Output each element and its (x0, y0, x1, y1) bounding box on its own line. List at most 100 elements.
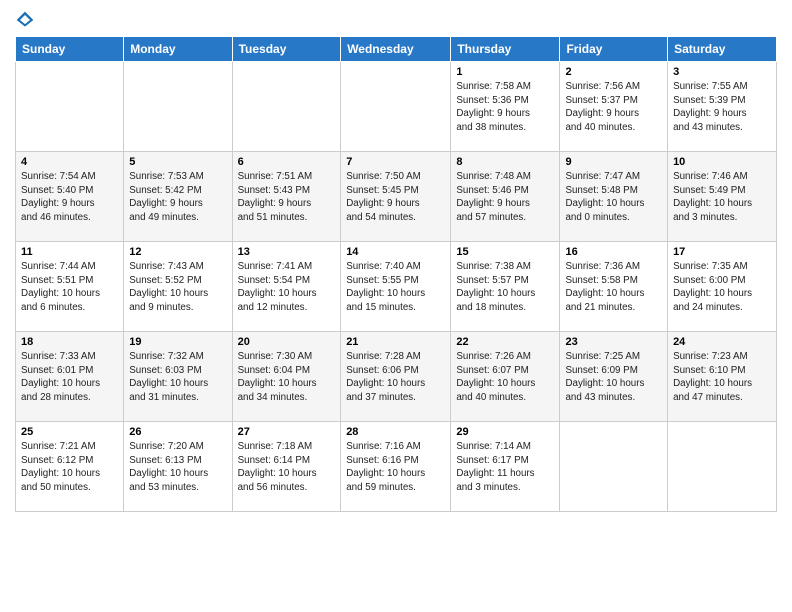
day-cell (560, 422, 668, 512)
logo-icon (15, 10, 35, 30)
day-cell: 25Sunrise: 7:21 AM Sunset: 6:12 PM Dayli… (16, 422, 124, 512)
day-number: 21 (346, 336, 445, 348)
day-number: 11 (21, 246, 118, 258)
day-number: 20 (238, 336, 336, 348)
day-number: 28 (346, 426, 445, 438)
day-info: Sunrise: 7:55 AM Sunset: 5:39 PM Dayligh… (673, 80, 771, 135)
day-cell (16, 62, 124, 152)
day-info: Sunrise: 7:44 AM Sunset: 5:51 PM Dayligh… (21, 260, 118, 315)
day-cell: 28 Sunrise: 7:16 AM Sunset: 6:16 PM Dayli… (341, 422, 451, 512)
day-info: Sunrise: 7:47 AM Sunset: 5:48 PM Dayligh… (565, 170, 662, 225)
day-number: 18 (21, 336, 118, 348)
week-row-4: 25Sunrise: 7:21 AM Sunset: 6:12 PM Dayli… (16, 422, 777, 512)
logo (15, 10, 39, 30)
day-cell: 27 Sunrise: 7:18 AM Sunset: 6:14 PM Dayli… (232, 422, 341, 512)
page: SundayMondayTuesdayWednesdayThursdayFrid… (0, 0, 792, 612)
day-cell: 15 Sunrise: 7:38 AM Sunset: 5:57 PM Dayli… (451, 242, 560, 332)
day-info: Sunrise: 7:28 AM Sunset: 6:06 PM Dayligh… (346, 350, 445, 405)
day-info: Sunrise: 7:25 AM Sunset: 6:09 PM Dayligh… (565, 350, 662, 405)
day-number: 22 (456, 336, 554, 348)
day-info: Sunrise: 7:26 AM Sunset: 6:07 PM Dayligh… (456, 350, 554, 405)
calendar-table: SundayMondayTuesdayWednesdayThursdayFrid… (15, 36, 777, 512)
day-info: Sunrise: 7:20 AM Sunset: 6:13 PM Dayligh… (129, 440, 226, 495)
day-number: 19 (129, 336, 226, 348)
day-cell: 4 Sunrise: 7:54 AM Sunset: 5:40 PM Daylig… (16, 152, 124, 242)
day-number: 17 (673, 246, 771, 258)
day-info: Sunrise: 7:51 AM Sunset: 5:43 PM Dayligh… (238, 170, 336, 225)
day-info: Sunrise: 7:54 AM Sunset: 5:40 PM Dayligh… (21, 170, 118, 225)
day-cell: 2 Sunrise: 7:56 AM Sunset: 5:37 PM Daylig… (560, 62, 668, 152)
day-cell (232, 62, 341, 152)
day-cell: 21 Sunrise: 7:28 AM Sunset: 6:06 PM Dayli… (341, 332, 451, 422)
day-info: Sunrise: 7:36 AM Sunset: 5:58 PM Dayligh… (565, 260, 662, 315)
col-header-friday: Friday (560, 37, 668, 62)
header (15, 10, 777, 30)
day-number: 27 (238, 426, 336, 438)
day-info: Sunrise: 7:40 AM Sunset: 5:55 PM Dayligh… (346, 260, 445, 315)
day-info: Sunrise: 7:38 AM Sunset: 5:57 PM Dayligh… (456, 260, 554, 315)
day-info: Sunrise: 7:32 AM Sunset: 6:03 PM Dayligh… (129, 350, 226, 405)
day-cell: 10 Sunrise: 7:46 AM Sunset: 5:49 PM Dayli… (668, 152, 777, 242)
day-cell: 24Sunrise: 7:23 AM Sunset: 6:10 PM Dayli… (668, 332, 777, 422)
day-cell: 11 Sunrise: 7:44 AM Sunset: 5:51 PM Dayli… (16, 242, 124, 332)
day-cell: 1Sunrise: 7:58 AM Sunset: 5:36 PM Daylig… (451, 62, 560, 152)
day-cell: 16 Sunrise: 7:36 AM Sunset: 5:58 PM Dayli… (560, 242, 668, 332)
day-info: Sunrise: 7:48 AM Sunset: 5:46 PM Dayligh… (456, 170, 554, 225)
day-number: 8 (456, 156, 554, 168)
day-number: 3 (673, 66, 771, 78)
header-row: SundayMondayTuesdayWednesdayThursdayFrid… (16, 37, 777, 62)
day-cell (124, 62, 232, 152)
day-cell: 29 Sunrise: 7:14 AM Sunset: 6:17 PM Dayli… (451, 422, 560, 512)
day-cell: 7Sunrise: 7:50 AM Sunset: 5:45 PM Daylig… (341, 152, 451, 242)
day-cell: 19 Sunrise: 7:32 AM Sunset: 6:03 PM Dayli… (124, 332, 232, 422)
col-header-tuesday: Tuesday (232, 37, 341, 62)
day-number: 9 (565, 156, 662, 168)
col-header-wednesday: Wednesday (341, 37, 451, 62)
day-cell: 5Sunrise: 7:53 AM Sunset: 5:42 PM Daylig… (124, 152, 232, 242)
day-cell: 6 Sunrise: 7:51 AM Sunset: 5:43 PM Daylig… (232, 152, 341, 242)
day-info: Sunrise: 7:18 AM Sunset: 6:14 PM Dayligh… (238, 440, 336, 495)
day-cell: 26Sunrise: 7:20 AM Sunset: 6:13 PM Dayli… (124, 422, 232, 512)
day-number: 4 (21, 156, 118, 168)
day-info: Sunrise: 7:16 AM Sunset: 6:16 PM Dayligh… (346, 440, 445, 495)
day-number: 15 (456, 246, 554, 258)
day-cell: 20 Sunrise: 7:30 AM Sunset: 6:04 PM Dayli… (232, 332, 341, 422)
day-number: 16 (565, 246, 662, 258)
day-cell (668, 422, 777, 512)
day-number: 7 (346, 156, 445, 168)
col-header-thursday: Thursday (451, 37, 560, 62)
week-row-2: 11 Sunrise: 7:44 AM Sunset: 5:51 PM Dayli… (16, 242, 777, 332)
day-info: Sunrise: 7:30 AM Sunset: 6:04 PM Dayligh… (238, 350, 336, 405)
day-cell: 22 Sunrise: 7:26 AM Sunset: 6:07 PM Dayli… (451, 332, 560, 422)
day-cell (341, 62, 451, 152)
day-cell: 23 Sunrise: 7:25 AM Sunset: 6:09 PM Dayli… (560, 332, 668, 422)
day-number: 13 (238, 246, 336, 258)
day-info: Sunrise: 7:56 AM Sunset: 5:37 PM Dayligh… (565, 80, 662, 135)
week-row-1: 4 Sunrise: 7:54 AM Sunset: 5:40 PM Daylig… (16, 152, 777, 242)
day-number: 29 (456, 426, 554, 438)
day-cell: 8 Sunrise: 7:48 AM Sunset: 5:46 PM Daylig… (451, 152, 560, 242)
col-header-monday: Monday (124, 37, 232, 62)
day-cell: 18 Sunrise: 7:33 AM Sunset: 6:01 PM Dayli… (16, 332, 124, 422)
day-number: 23 (565, 336, 662, 348)
day-cell: 12 Sunrise: 7:43 AM Sunset: 5:52 PM Dayli… (124, 242, 232, 332)
day-info: Sunrise: 7:46 AM Sunset: 5:49 PM Dayligh… (673, 170, 771, 225)
day-number: 5 (129, 156, 226, 168)
col-header-saturday: Saturday (668, 37, 777, 62)
day-number: 2 (565, 66, 662, 78)
day-cell: 14 Sunrise: 7:40 AM Sunset: 5:55 PM Dayli… (341, 242, 451, 332)
day-cell: 13 Sunrise: 7:41 AM Sunset: 5:54 PM Dayli… (232, 242, 341, 332)
day-info: Sunrise: 7:14 AM Sunset: 6:17 PM Dayligh… (456, 440, 554, 495)
day-number: 12 (129, 246, 226, 258)
day-number: 6 (238, 156, 336, 168)
day-info: Sunrise: 7:33 AM Sunset: 6:01 PM Dayligh… (21, 350, 118, 405)
day-cell: 9 Sunrise: 7:47 AM Sunset: 5:48 PM Daylig… (560, 152, 668, 242)
day-info: Sunrise: 7:41 AM Sunset: 5:54 PM Dayligh… (238, 260, 336, 315)
day-number: 10 (673, 156, 771, 168)
day-number: 24 (673, 336, 771, 348)
col-header-sunday: Sunday (16, 37, 124, 62)
day-info: Sunrise: 7:21 AM Sunset: 6:12 PM Dayligh… (21, 440, 118, 495)
day-info: Sunrise: 7:43 AM Sunset: 5:52 PM Dayligh… (129, 260, 226, 315)
week-row-0: 1Sunrise: 7:58 AM Sunset: 5:36 PM Daylig… (16, 62, 777, 152)
day-number: 14 (346, 246, 445, 258)
